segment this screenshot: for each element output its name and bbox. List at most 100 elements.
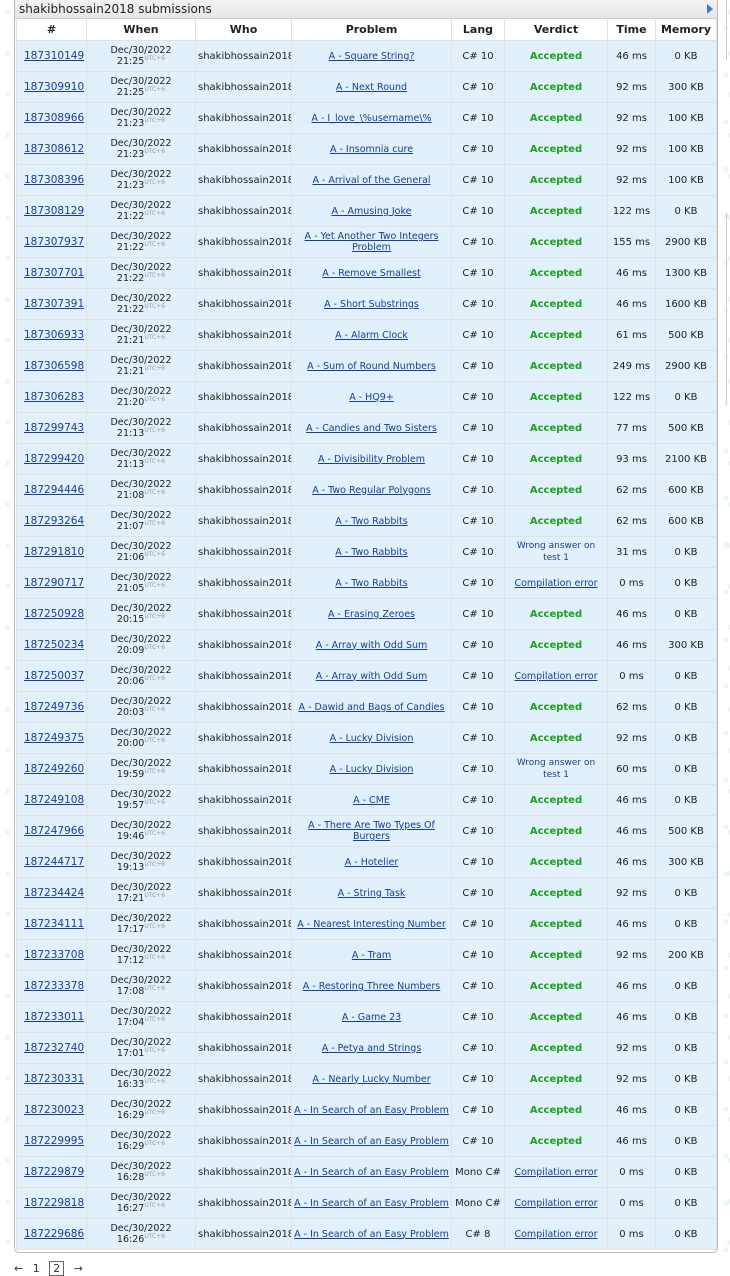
submission-id-link[interactable]: 187250928 — [24, 608, 84, 620]
submission-id-link[interactable]: 187291810 — [24, 546, 84, 558]
submission-id-link[interactable]: 187229995 — [24, 1135, 84, 1147]
problem-link[interactable]: A - CME — [353, 795, 390, 806]
submission-id-link[interactable]: 187308966 — [24, 112, 84, 124]
submission-id-link[interactable]: 187249375 — [24, 732, 84, 744]
next-page-link[interactable]: → — [74, 1262, 83, 1275]
page-link-current[interactable]: 2 — [49, 1261, 65, 1276]
submission-id-link[interactable]: 187249260 — [24, 763, 84, 775]
problem-link[interactable]: A - In Search of an Easy Problem — [294, 1198, 449, 1209]
submission-id-link[interactable]: 187229686 — [24, 1228, 84, 1240]
problem-link[interactable]: A - In Search of an Easy Problem — [294, 1229, 449, 1240]
submission-id-link[interactable]: 187247966 — [24, 825, 84, 837]
problem-link[interactable]: A - Remove Smallest — [322, 268, 420, 279]
submission-id-link[interactable]: 187299743 — [24, 422, 84, 434]
problem-link[interactable]: A - Hotelier — [345, 857, 399, 868]
problem-link[interactable]: A - Array with Odd Sum — [316, 671, 428, 682]
problem-link[interactable]: A - Short Substrings — [324, 299, 419, 310]
problem-link[interactable]: A - Restoring Three Numbers — [303, 981, 440, 992]
submission-id-link[interactable]: 187249108 — [24, 794, 84, 806]
problem-link[interactable]: A - Two Regular Polygons — [312, 485, 431, 496]
submission-id-link[interactable]: 187306933 — [24, 329, 84, 341]
submission-id-link[interactable]: 187250234 — [24, 639, 84, 651]
time-cell: 92 ms — [607, 102, 656, 134]
submission-id-link[interactable]: 187234424 — [24, 887, 84, 899]
table-row: 187309910 Dec/30/2022 21:25UTC+6 shakibhoss… — [16, 71, 717, 103]
problem-link[interactable]: A - Amusing Joke — [331, 206, 411, 217]
submission-id-link[interactable]: 187308612 — [24, 143, 84, 155]
timezone-label: UTC+6 — [144, 303, 166, 310]
submission-id-link[interactable]: 187290717 — [24, 577, 84, 589]
submission-id-link[interactable]: 187308396 — [24, 174, 84, 186]
when-cell: Dec/30/2022 20:06UTC+6 — [86, 660, 196, 692]
verdict-text[interactable]: Compilation error — [514, 1167, 597, 1178]
problem-link[interactable]: A - Alarm Clock — [335, 330, 408, 341]
problem-link[interactable]: A - Nearest Interesting Number — [297, 919, 445, 930]
problem-link[interactable]: A - Tram — [352, 950, 391, 961]
lang-cell: C# 10 — [451, 412, 505, 444]
problem-link[interactable]: A - Petya and Strings — [322, 1043, 422, 1054]
submission-id-link[interactable]: 187229818 — [24, 1197, 84, 1209]
submission-id-link[interactable]: 187234111 — [24, 918, 84, 930]
problem-link[interactable]: A - Array with Odd Sum — [316, 640, 428, 651]
submission-id-link[interactable]: 187307391 — [24, 298, 84, 310]
submission-id-link[interactable]: 187249736 — [24, 701, 84, 713]
problem-link[interactable]: A - Lucky Division — [330, 764, 414, 775]
verdict-text[interactable]: Compilation error — [514, 1198, 597, 1209]
submission-id-link[interactable]: 187308129 — [24, 205, 84, 217]
submission-id-link[interactable]: 187310149 — [24, 50, 84, 62]
problem-link[interactable]: A - String Task — [338, 888, 406, 899]
submission-id-link[interactable]: 187244717 — [24, 856, 84, 868]
problem-link[interactable]: A - Two Rabbits — [335, 516, 407, 527]
submission-id-link[interactable]: 187233708 — [24, 949, 84, 961]
submission-id-link[interactable]: 187306598 — [24, 360, 84, 372]
submission-id-link[interactable]: 187229879 — [24, 1166, 84, 1178]
problem-link[interactable]: A - There Are Two Types Of Burgers — [308, 820, 435, 842]
problem-link[interactable]: A - Lucky Division — [330, 733, 414, 744]
problem-link[interactable]: A - Sum of Round Numbers — [307, 361, 436, 372]
submission-id-link[interactable]: 187232740 — [24, 1042, 84, 1054]
verdict-text[interactable]: Compilation error — [514, 671, 597, 682]
verdict-text[interactable]: Compilation error — [514, 578, 597, 589]
prev-page-link[interactable]: ← — [14, 1262, 23, 1275]
problem-link[interactable]: A - Two Rabbits — [335, 547, 407, 558]
page-link-1[interactable]: 1 — [33, 1262, 40, 1275]
problem-link[interactable]: A - In Search of an Easy Problem — [294, 1105, 449, 1116]
problem-link[interactable]: A - Dawid and Bags of Candies — [299, 702, 445, 713]
submission-id-link[interactable]: 187299420 — [24, 453, 84, 465]
problem-link[interactable]: A - Yet Another Two Integers Problem — [305, 231, 439, 253]
submission-id-link[interactable]: 187294446 — [24, 484, 84, 496]
problem-link[interactable]: A - Square String? — [329, 51, 415, 62]
problem-link[interactable]: A - HQ9+ — [349, 392, 394, 403]
submission-id-link[interactable]: 187307937 — [24, 236, 84, 248]
submission-id-link[interactable]: 187233011 — [24, 1011, 84, 1023]
memory-cell: 0 KB — [655, 567, 717, 599]
submission-time: 17:08 — [116, 986, 145, 997]
submission-id-link[interactable]: 187230331 — [24, 1073, 84, 1085]
submission-date: Dec/30/2022 — [110, 1037, 172, 1048]
who-cell: shakibhossain2018 — [195, 288, 292, 320]
problem-link[interactable]: A - Arrival of the General — [312, 175, 430, 186]
problem-link[interactable]: A - In Search of an Easy Problem — [294, 1167, 449, 1178]
submission-id-link[interactable]: 187309910 — [24, 81, 84, 93]
submission-id-link[interactable]: 187293264 — [24, 515, 84, 527]
problem-link[interactable]: A - Candies and Two Sisters — [306, 423, 437, 434]
submission-date: Dec/30/2022 — [110, 634, 172, 645]
problem-link[interactable]: A - Game 23 — [342, 1012, 401, 1023]
submission-id-link[interactable]: 187230023 — [24, 1104, 84, 1116]
problem-link[interactable]: A - Two Rabbits — [335, 578, 407, 589]
submission-id-link[interactable]: 187306283 — [24, 391, 84, 403]
problem-link[interactable]: A - I_love_\%username\% — [311, 113, 431, 124]
problem-link[interactable]: A - In Search of an Easy Problem — [294, 1136, 449, 1147]
submission-id-link[interactable]: 187307701 — [24, 267, 84, 279]
submission-id-link[interactable]: 187233378 — [24, 980, 84, 992]
problem-link[interactable]: A - Divisibility Problem — [318, 454, 425, 465]
problem-link[interactable]: A - Insomnia cure — [330, 144, 413, 155]
problem-link[interactable]: A - Nearly Lucky Number — [312, 1074, 430, 1085]
submission-id-link[interactable]: 187250037 — [24, 670, 84, 682]
expand-arrow-icon[interactable] — [707, 4, 713, 14]
problem-link[interactable]: A - Erasing Zeroes — [328, 609, 415, 620]
verdict-text[interactable]: Compilation error — [514, 1229, 597, 1240]
table-row: 187291810 Dec/30/2022 21:06UTC+6 shakibhoss… — [16, 536, 717, 568]
table-row: 187229686 Dec/30/2022 16:26UTC+6 shakibhoss… — [16, 1218, 717, 1250]
problem-link[interactable]: A - Next Round — [336, 82, 407, 93]
